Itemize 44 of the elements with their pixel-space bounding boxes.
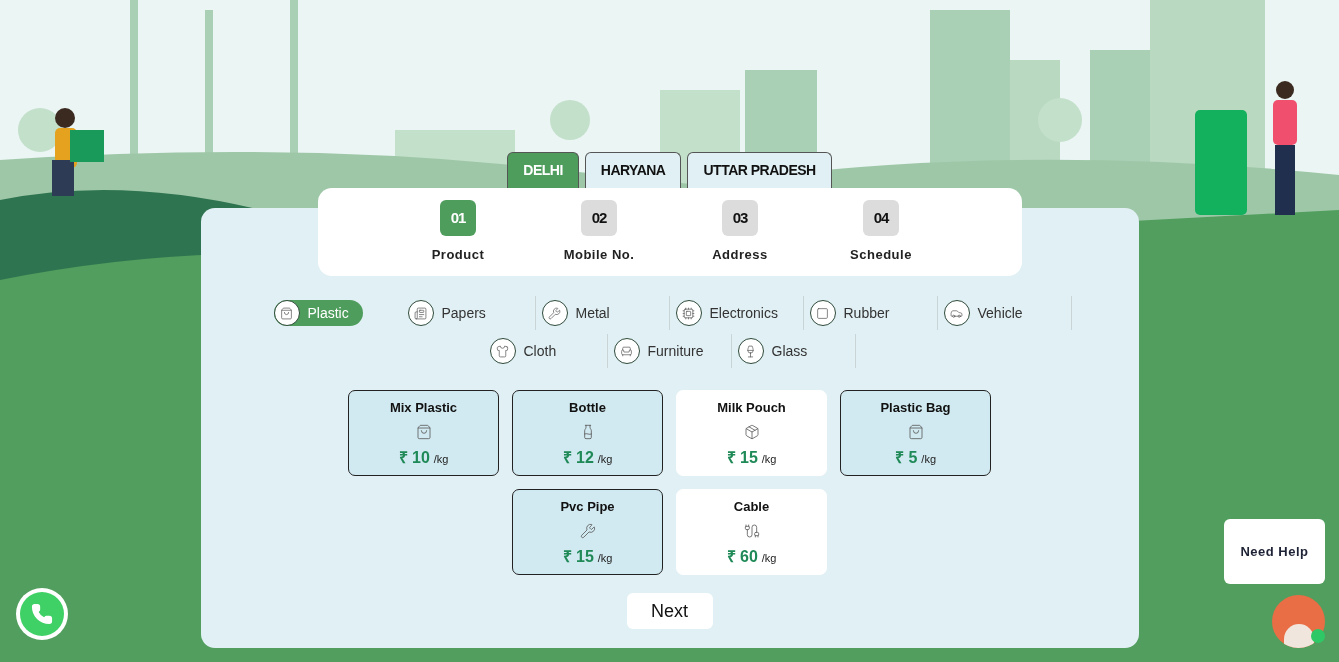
step-number: 01 xyxy=(440,200,476,236)
step-label: Mobile No. xyxy=(563,246,635,264)
state-tab[interactable]: UTTAR PRADESH xyxy=(687,152,832,188)
step-number: 03 xyxy=(722,200,758,236)
product-name: Milk Pouch xyxy=(717,399,786,417)
product-name: Bottle xyxy=(569,399,606,417)
state-tab[interactable]: HARYANA xyxy=(584,152,682,188)
product-card[interactable]: Plastic Bag ₹ 5 /kg xyxy=(840,390,991,476)
product-card[interactable]: Cable ₹ 60 /kg xyxy=(676,489,827,575)
price-unit: /kg xyxy=(597,550,613,566)
price-value: ₹ 10 xyxy=(398,447,430,468)
category-chip[interactable]: Cloth xyxy=(489,338,571,364)
category-chip[interactable]: Vehicle xyxy=(943,300,1037,326)
category-chip[interactable]: Metal xyxy=(541,300,624,326)
price-value: ₹ 15 xyxy=(726,447,758,468)
price-unit: /kg xyxy=(433,451,449,467)
help-button[interactable]: Need Help xyxy=(1224,519,1325,584)
step-label: Product xyxy=(431,246,485,264)
product-card[interactable]: Bottle ₹ 12 /kg xyxy=(512,390,663,476)
price-value: ₹ 60 xyxy=(726,546,758,567)
price-unit: /kg xyxy=(761,550,777,566)
category-chip[interactable]: Furniture xyxy=(613,338,718,364)
product-name: Mix Plastic xyxy=(389,399,458,417)
product-card[interactable]: Pvc Pipe ₹ 15 /kg xyxy=(512,489,663,575)
product-name: Pvc Pipe xyxy=(560,498,615,516)
step-number: 04 xyxy=(863,200,899,236)
category-chip[interactable]: Glass xyxy=(737,338,822,364)
category-chip[interactable]: Rubber xyxy=(809,300,904,326)
product-name: Cable xyxy=(733,498,770,516)
price-unit: /kg xyxy=(761,451,777,467)
step-label: Address xyxy=(712,246,768,264)
next-button[interactable]: Next xyxy=(626,593,713,629)
product-name: Plastic Bag xyxy=(880,399,951,417)
price-unit: /kg xyxy=(921,451,936,467)
price-unit: /kg xyxy=(597,451,613,467)
product-card[interactable]: Milk Pouch ₹ 15 /kg xyxy=(676,390,827,476)
price-value: ₹ 15 xyxy=(562,546,594,567)
price-value: ₹ 5 xyxy=(894,447,918,468)
step-label: Schedule xyxy=(850,246,912,264)
step-number: 02 xyxy=(581,200,617,236)
category-chip[interactable]: Papers xyxy=(407,300,500,326)
price-value: ₹ 12 xyxy=(562,447,594,468)
product-card[interactable]: Mix Plastic ₹ 10 /kg xyxy=(348,390,499,476)
category-chip[interactable]: Electronics xyxy=(675,300,792,326)
